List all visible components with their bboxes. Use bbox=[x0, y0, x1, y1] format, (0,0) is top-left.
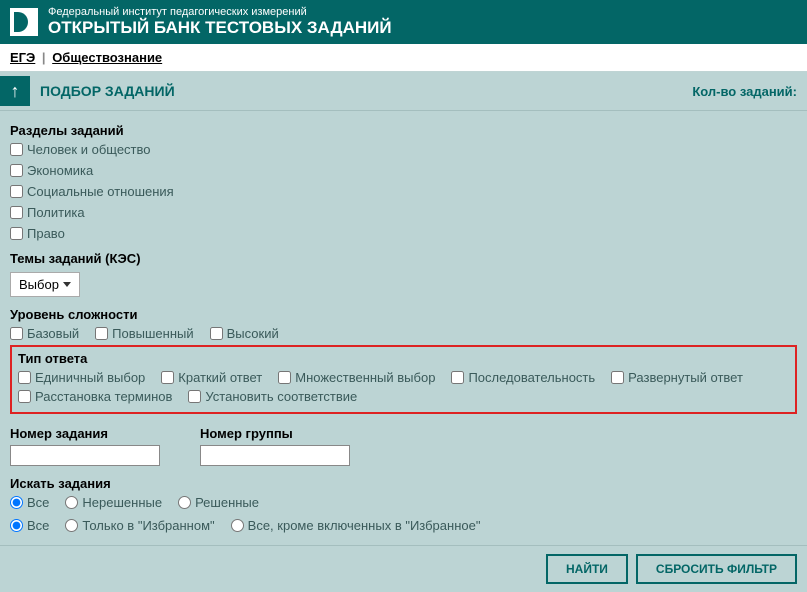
page-title: ПОДБОР ЗАДАНИЙ bbox=[40, 83, 175, 99]
group-number-input[interactable] bbox=[200, 445, 350, 466]
header-text: Федеральный институт педагогических изме… bbox=[48, 6, 392, 38]
search-solved-radio[interactable] bbox=[178, 496, 191, 509]
answer-sequence-checkbox[interactable] bbox=[451, 371, 464, 384]
section-pravo-checkbox[interactable] bbox=[10, 227, 23, 240]
themes-select[interactable]: Выбор bbox=[10, 272, 80, 297]
task-number-label: Номер задания bbox=[10, 426, 160, 441]
answer-single[interactable]: Единичный выбор bbox=[18, 370, 145, 385]
answer-extended-checkbox[interactable] bbox=[611, 371, 624, 384]
group-number-label: Номер группы bbox=[200, 426, 350, 441]
fav-except[interactable]: Все, кроме включенных в "Избранное" bbox=[231, 518, 481, 533]
fav-all[interactable]: Все bbox=[10, 518, 49, 533]
section-ekonomika-checkbox[interactable] bbox=[10, 164, 23, 177]
section-social-checkbox[interactable] bbox=[10, 185, 23, 198]
find-button[interactable]: НАЙТИ bbox=[546, 554, 628, 584]
answer-short[interactable]: Краткий ответ bbox=[161, 370, 262, 385]
section-social[interactable]: Социальные отношения bbox=[10, 184, 174, 199]
difficulty-elevated-checkbox[interactable] bbox=[95, 327, 108, 340]
answer-sequence[interactable]: Последовательность bbox=[451, 370, 595, 385]
answer-single-checkbox[interactable] bbox=[18, 371, 31, 384]
answer-match-checkbox[interactable] bbox=[188, 390, 201, 403]
section-chelovek-checkbox[interactable] bbox=[10, 143, 23, 156]
answer-type-label: Тип ответа bbox=[18, 351, 789, 366]
search-all[interactable]: Все bbox=[10, 495, 49, 510]
section-ekonomika[interactable]: Экономика bbox=[10, 163, 93, 178]
answer-multiple[interactable]: Множественный выбор bbox=[278, 370, 435, 385]
footer-buttons: НАЙТИ СБРОСИТЬ ФИЛЬТР bbox=[0, 545, 807, 592]
search-tasks-label: Искать задания bbox=[10, 476, 797, 491]
title-row: ↑ ПОДБОР ЗАДАНИЙ Кол-во заданий: bbox=[0, 72, 807, 111]
difficulty-label: Уровень сложности bbox=[10, 307, 797, 322]
filter-content: Разделы заданий Человек и общество Эконо… bbox=[0, 111, 807, 545]
search-all-radio[interactable] bbox=[10, 496, 23, 509]
reset-filter-button[interactable]: СБРОСИТЬ ФИЛЬТР bbox=[636, 554, 797, 584]
breadcrumb-ege[interactable]: ЕГЭ bbox=[10, 50, 35, 65]
chevron-down-icon bbox=[63, 282, 71, 287]
fav-all-radio[interactable] bbox=[10, 519, 23, 532]
search-solved[interactable]: Решенные bbox=[178, 495, 259, 510]
fav-only[interactable]: Только в "Избранном" bbox=[65, 518, 214, 533]
breadcrumb: ЕГЭ | Обществознание bbox=[0, 44, 807, 72]
themes-label: Темы заданий (КЭС) bbox=[10, 251, 797, 266]
section-pravo[interactable]: Право bbox=[10, 226, 65, 241]
task-number-input[interactable] bbox=[10, 445, 160, 466]
difficulty-elevated[interactable]: Повышенный bbox=[95, 326, 193, 341]
answer-type-highlight: Тип ответа Единичный выбор Краткий ответ… bbox=[10, 345, 797, 414]
page: ↑ ПОДБОР ЗАДАНИЙ Кол-во заданий: Разделы… bbox=[0, 72, 807, 592]
sections-label: Разделы заданий bbox=[10, 123, 797, 138]
breadcrumb-subject[interactable]: Обществознание bbox=[52, 50, 162, 65]
section-chelovek[interactable]: Человек и общество bbox=[10, 142, 151, 157]
answer-extended[interactable]: Развернутый ответ bbox=[611, 370, 743, 385]
section-politika[interactable]: Политика bbox=[10, 205, 85, 220]
search-unsolved[interactable]: Нерешенные bbox=[65, 495, 162, 510]
header-subtitle: Федеральный институт педагогических изме… bbox=[48, 6, 392, 18]
section-politika-checkbox[interactable] bbox=[10, 206, 23, 219]
header-title: ОТКРЫТЫЙ БАНК ТЕСТОВЫХ ЗАДАНИЙ bbox=[48, 18, 392, 38]
answer-terms-checkbox[interactable] bbox=[18, 390, 31, 403]
collapse-arrow-icon[interactable]: ↑ bbox=[0, 76, 30, 106]
answer-short-checkbox[interactable] bbox=[161, 371, 174, 384]
header: Федеральный институт педагогических изме… bbox=[0, 0, 807, 44]
themes-select-label: Выбор bbox=[19, 277, 59, 292]
difficulty-high-checkbox[interactable] bbox=[210, 327, 223, 340]
breadcrumb-separator: | bbox=[42, 50, 46, 65]
answer-terms[interactable]: Расстановка терминов bbox=[18, 389, 172, 404]
difficulty-high[interactable]: Высокий bbox=[210, 326, 279, 341]
difficulty-basic[interactable]: Базовый bbox=[10, 326, 79, 341]
fav-except-radio[interactable] bbox=[231, 519, 244, 532]
logo-icon bbox=[10, 8, 38, 36]
fav-only-radio[interactable] bbox=[65, 519, 78, 532]
answer-multiple-checkbox[interactable] bbox=[278, 371, 291, 384]
task-count-label: Кол-во заданий: bbox=[692, 84, 797, 99]
difficulty-basic-checkbox[interactable] bbox=[10, 327, 23, 340]
search-unsolved-radio[interactable] bbox=[65, 496, 78, 509]
answer-match[interactable]: Установить соответствие bbox=[188, 389, 357, 404]
